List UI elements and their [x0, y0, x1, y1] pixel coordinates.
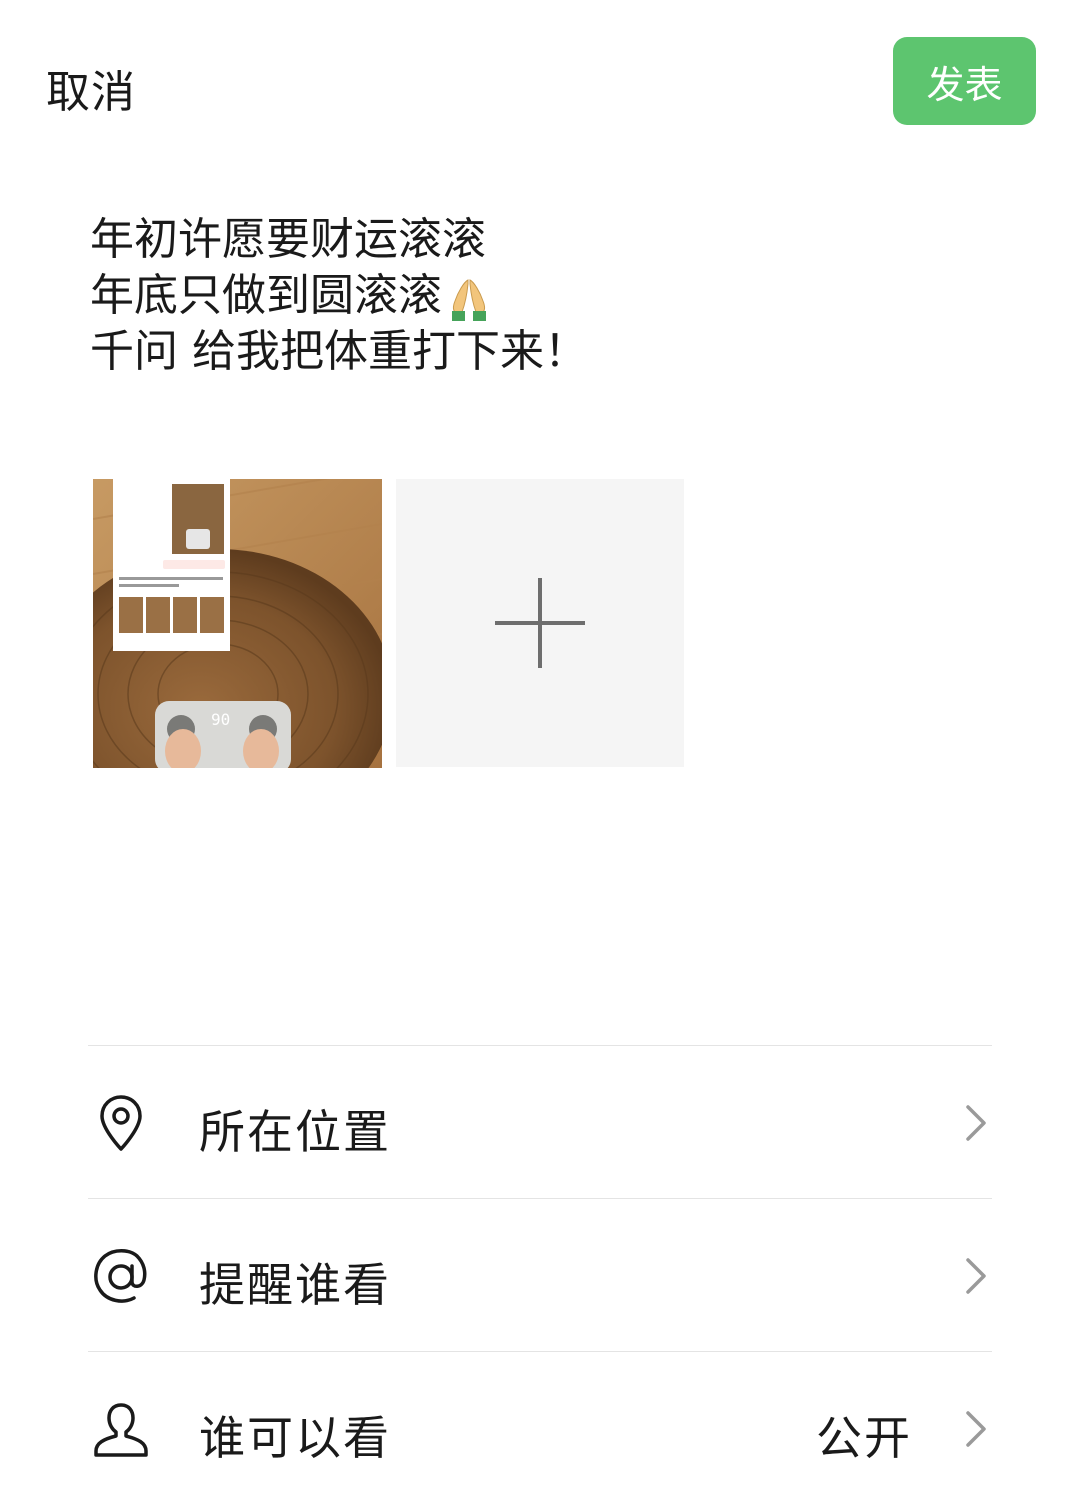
folded-hands-emoji-icon: [452, 279, 486, 321]
location-pin-icon: [100, 1095, 142, 1151]
post-text-editor[interactable]: 年初许愿要财运滚滚 年底只做到圆滚滚 千问 给我把体重打下来！: [90, 212, 990, 380]
at-sign-icon: [94, 1249, 147, 1303]
post-text-line-1: 年初许愿要财运滚滚: [90, 214, 486, 265]
add-photo-button[interactable]: [396, 479, 684, 767]
post-text-line-2-wrap: 年底只做到圆滚滚: [90, 268, 990, 324]
post-text-line-3: 千问 给我把体重打下来！: [90, 326, 588, 377]
person-icon: [94, 1403, 148, 1457]
option-mention[interactable]: 提醒谁看: [88, 1198, 992, 1351]
chevron-right-icon: [966, 1411, 986, 1447]
post-options-list: 所在位置 提醒谁看 谁可以看 公开: [88, 1045, 992, 1502]
scale-reading: 90: [211, 710, 230, 729]
option-visibility-value: 公开: [816, 1411, 912, 1465]
option-location-label: 所在位置: [199, 1105, 391, 1159]
option-visibility-label: 谁可以看: [199, 1411, 391, 1465]
photo-thumbnail[interactable]: 90: [93, 479, 382, 768]
chevron-right-icon: [966, 1258, 986, 1294]
option-mention-label: 提醒谁看: [199, 1258, 391, 1312]
option-location[interactable]: 所在位置: [88, 1045, 992, 1198]
post-text-line-2: 年底只做到圆滚滚: [90, 270, 442, 321]
option-visibility[interactable]: 谁可以看 公开: [88, 1351, 992, 1502]
publish-button[interactable]: 发表: [893, 37, 1036, 125]
cancel-button[interactable]: 取消: [46, 56, 136, 120]
plus-icon-vertical: [538, 578, 542, 668]
top-bar: 取消 发表: [0, 0, 1080, 160]
chevron-right-icon: [966, 1105, 986, 1141]
